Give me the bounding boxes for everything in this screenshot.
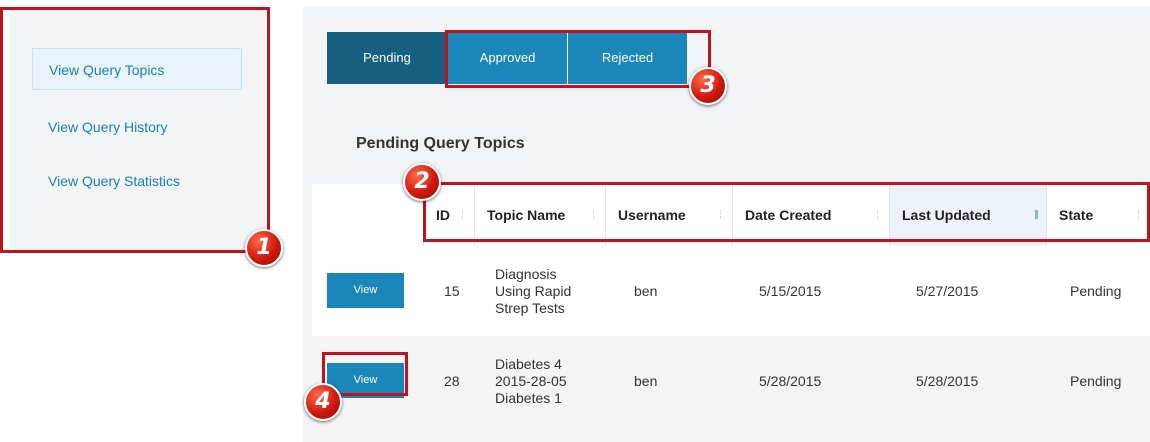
sort-icon bbox=[593, 210, 597, 219]
table-row: View 15 Diagnosis Using Rapid Strep Test… bbox=[312, 246, 1150, 336]
annotation-badge-4: 4 bbox=[304, 383, 342, 421]
sort-icon bbox=[462, 210, 466, 219]
cell-topic-name: Diabetes 4 2015-28-05 Diabetes 1 bbox=[495, 336, 567, 426]
annotation-badge-2: 2 bbox=[403, 163, 441, 201]
cell-last-updated: 5/27/2015 bbox=[916, 283, 979, 299]
main-panel: Pending Approved Rejected Pending Query … bbox=[303, 7, 1150, 442]
topic-name-line: 2015-28-05 bbox=[495, 372, 567, 389]
view-button[interactable]: View bbox=[327, 273, 404, 308]
sort-icon bbox=[720, 210, 724, 219]
sidebar-item-view-query-history[interactable]: View Query History bbox=[32, 106, 242, 148]
cell-last-updated: 5/28/2015 bbox=[916, 373, 979, 389]
topic-name-line: Diabetes 4 bbox=[495, 355, 562, 372]
topic-name-line: Using Rapid bbox=[495, 282, 572, 299]
cell-username: ben bbox=[634, 373, 658, 389]
table-row: View 28 Diabetes 4 2015-28-05 Diabetes 1… bbox=[312, 336, 1150, 426]
query-topics-table: ID Topic Name Username Date Created Last… bbox=[312, 184, 1150, 426]
topic-name-line: Strep Tests bbox=[495, 299, 565, 316]
topic-name-line: Diagnosis bbox=[495, 265, 557, 282]
topic-name-line: Diabetes 1 bbox=[495, 389, 562, 406]
column-header-label: ID bbox=[436, 207, 450, 223]
tab-rejected[interactable]: Rejected bbox=[568, 32, 687, 84]
column-header-label: Topic Name bbox=[487, 207, 566, 223]
tab-pending[interactable]: Pending bbox=[327, 32, 447, 84]
cell-id: 28 bbox=[444, 373, 460, 389]
cell-topic-name: Diagnosis Using Rapid Strep Tests bbox=[495, 246, 571, 336]
annotation-badge-3: 3 bbox=[689, 67, 727, 105]
annotation-badge-1: 1 bbox=[245, 229, 283, 267]
cell-state: Pending bbox=[1070, 373, 1122, 389]
tab-approved[interactable]: Approved bbox=[448, 32, 567, 84]
sidebar: View Query Topics View Query History Vie… bbox=[10, 7, 266, 251]
cell-date-created: 5/28/2015 bbox=[759, 373, 822, 389]
column-header-last-updated[interactable]: Last Updated bbox=[889, 184, 1046, 246]
column-header-label: Username bbox=[618, 207, 686, 223]
column-header-date-created[interactable]: Date Created bbox=[732, 184, 889, 246]
status-tabs: Pending Approved Rejected bbox=[327, 32, 688, 84]
column-header-topic-name[interactable]: Topic Name bbox=[474, 184, 605, 246]
sidebar-item-view-query-statistics[interactable]: View Query Statistics bbox=[32, 160, 242, 202]
column-header-state[interactable]: State bbox=[1046, 184, 1150, 246]
sort-icon bbox=[1035, 210, 1038, 219]
sort-icon bbox=[877, 210, 881, 219]
cell-username: ben bbox=[634, 283, 658, 299]
column-header-label: Date Created bbox=[745, 207, 832, 223]
section-title: Pending Query Topics bbox=[356, 135, 525, 152]
sidebar-item-view-query-topics[interactable]: View Query Topics bbox=[32, 48, 242, 90]
sort-icon bbox=[1138, 210, 1142, 219]
cell-date-created: 5/15/2015 bbox=[759, 283, 822, 299]
cell-state: Pending bbox=[1070, 283, 1122, 299]
column-header-username[interactable]: Username bbox=[605, 184, 732, 246]
column-header-label: Last Updated bbox=[902, 207, 991, 223]
column-header-label: State bbox=[1059, 207, 1094, 223]
cell-id: 15 bbox=[444, 283, 460, 299]
